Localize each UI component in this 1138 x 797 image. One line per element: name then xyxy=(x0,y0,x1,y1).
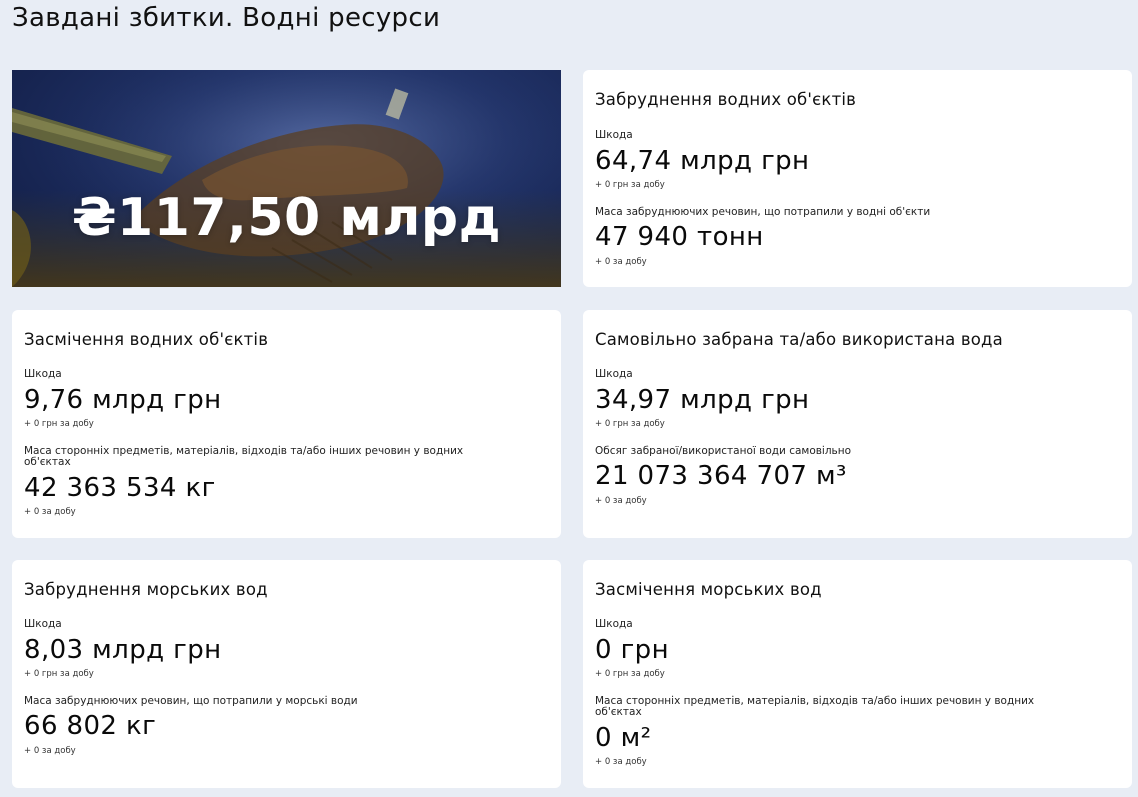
card-water-littering: Засмічення водних об'єктів Шкода 9,76 мл… xyxy=(12,310,561,538)
damage-delta: + 0 грн за добу xyxy=(595,180,665,190)
metric-value: 21 073 364 707 м³ xyxy=(595,461,847,491)
metric-value: 0 м² xyxy=(595,723,652,753)
hero-banner: ₴117,50 млрд xyxy=(12,70,561,287)
damage-delta: + 0 грн за добу xyxy=(595,419,665,429)
metric-value: 47 940 тонн xyxy=(595,222,764,252)
damage-delta: + 0 грн за добу xyxy=(595,669,665,679)
card-water-pollution: Забруднення водних об'єктів Шкода 64,74 … xyxy=(583,70,1132,287)
metric-delta: + 0 за добу xyxy=(24,746,76,756)
metric-label: Маса забруднюючих речовин, що потрапили … xyxy=(24,695,358,707)
card-title: Забруднення водних об'єктів xyxy=(595,90,857,109)
card-unauthorized-water-use: Самовільно забрана та/або використана во… xyxy=(583,310,1132,538)
card-sea-littering: Засмічення морських вод Шкода 0 грн + 0 … xyxy=(583,560,1132,788)
metric-delta: + 0 за добу xyxy=(595,757,647,767)
damage-delta: + 0 грн за добу xyxy=(24,419,94,429)
metric-value: 66 802 кг xyxy=(24,711,157,741)
damage-delta: + 0 грн за добу xyxy=(24,669,94,679)
damage-label: Шкода xyxy=(595,618,633,630)
metric-label: Маса сторонніх предметів, матеріалів, ві… xyxy=(595,695,1035,718)
metric-label: Маса сторонніх предметів, матеріалів, ві… xyxy=(24,445,464,468)
hero-image xyxy=(12,70,561,287)
metric-label: Обсяг забраної/використаної води самовіл… xyxy=(595,445,852,457)
card-title: Засмічення морських вод xyxy=(595,580,822,599)
page: Завдані збитки. Водні ресурси ₴117,50 мл… xyxy=(0,0,1138,797)
damage-value: 9,76 млрд грн xyxy=(24,385,222,415)
damage-value: 0 грн xyxy=(595,635,669,665)
total-damage-value: ₴117,50 млрд xyxy=(71,188,502,248)
metric-value: 42 363 534 кг xyxy=(24,473,216,503)
damage-label: Шкода xyxy=(24,368,62,380)
damage-value: 34,97 млрд грн xyxy=(595,385,810,415)
damage-value: 64,74 млрд грн xyxy=(595,146,810,176)
metric-delta: + 0 за добу xyxy=(595,496,647,506)
card-title: Забруднення морських вод xyxy=(24,580,268,599)
card-title: Засмічення водних об'єктів xyxy=(24,330,269,349)
damage-value: 8,03 млрд грн xyxy=(24,635,222,665)
card-title: Самовільно забрана та/або використана во… xyxy=(595,330,1003,349)
card-sea-pollution: Забруднення морських вод Шкода 8,03 млрд… xyxy=(12,560,561,788)
metric-delta: + 0 за добу xyxy=(595,257,647,267)
metric-label: Маса забруднюючих речовин, що потрапили … xyxy=(595,206,931,218)
damage-label: Шкода xyxy=(595,129,633,141)
damage-label: Шкода xyxy=(595,368,633,380)
damage-label: Шкода xyxy=(24,618,62,630)
page-title: Завдані збитки. Водні ресурси xyxy=(12,3,441,33)
metric-delta: + 0 за добу xyxy=(24,507,76,517)
